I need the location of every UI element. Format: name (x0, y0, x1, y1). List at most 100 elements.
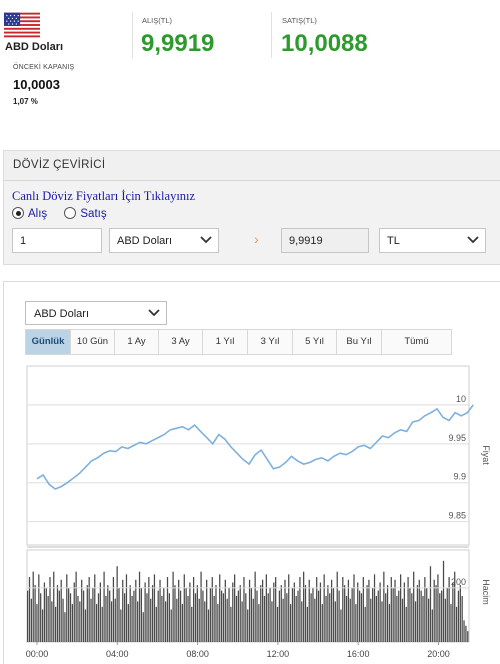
volume-bar (317, 590, 320, 642)
tab-3-months[interactable]: 3 Ay (159, 330, 203, 354)
volume-bar (206, 579, 208, 642)
direction-radio-group: Alış Satış (12, 207, 121, 220)
volume-bar (239, 585, 241, 642)
volume-bar (213, 596, 215, 642)
amount-input[interactable]: 1 (12, 228, 102, 253)
volume-bar (254, 571, 256, 642)
volume-bar (301, 601, 303, 642)
volume-bar (457, 590, 460, 642)
volume-bar (323, 574, 325, 642)
volume-bar (280, 585, 282, 642)
volume-bar (64, 612, 66, 642)
volume-bar (94, 574, 96, 642)
tab-daily[interactable]: Günlük (26, 330, 71, 354)
tab-3-years[interactable]: 3 Yıl (248, 330, 293, 354)
x-tick-label: 00:00 (26, 649, 49, 659)
volume-bar (220, 590, 223, 642)
volume-bar (299, 577, 301, 642)
change-percent: 1,07 % (13, 97, 38, 106)
from-currency-select[interactable]: ABD Doları (109, 228, 219, 253)
volume-bar (82, 590, 85, 642)
price-tick-label: 9.9 (453, 472, 466, 482)
sell-label: SATIŞ(TL) (282, 16, 317, 25)
volume-bar (260, 585, 262, 642)
volume-bar (88, 577, 90, 642)
radio-buy[interactable]: Alış (12, 207, 47, 220)
volume-bar (211, 577, 213, 642)
volume-bar (215, 585, 217, 642)
volume-bar (308, 579, 310, 642)
volume-bar (349, 598, 351, 642)
divider (271, 12, 272, 58)
volume-bar (170, 609, 172, 642)
tab-all[interactable]: Tümü (382, 330, 451, 354)
volume-bar (295, 596, 297, 642)
us-flag-icon (4, 12, 40, 38)
price-tick-label: 10 (456, 394, 466, 404)
volume-bar (420, 590, 422, 642)
radio-buy-label: Alış (28, 208, 48, 220)
volume-bar (465, 625, 467, 642)
previous-close-label: ÖNCEKİ KAPANIŞ (13, 64, 75, 71)
volume-bar (127, 604, 129, 642)
volume-bar (75, 571, 77, 642)
volume-bar (248, 579, 251, 642)
volume-bar (41, 609, 44, 642)
chart-currency-select[interactable]: ABD Doları (25, 301, 167, 325)
volume-bar (228, 587, 230, 642)
volume-bar (90, 598, 92, 642)
volume-bar (99, 582, 101, 642)
volume-bar (441, 590, 443, 642)
volume-bar (418, 579, 420, 642)
volume-bar (304, 585, 307, 642)
volume-bar (105, 596, 107, 642)
volume-bar (222, 593, 225, 642)
volume-bar (282, 598, 284, 642)
volume-bar (73, 582, 75, 642)
volume-bar (288, 574, 290, 642)
volume-bar (101, 606, 103, 642)
volume-bar (358, 590, 361, 642)
volume-bar (427, 598, 430, 642)
volume-bar (275, 577, 277, 642)
sell-value: 10,0088 (281, 30, 368, 57)
volume-bar (200, 571, 202, 642)
volume-bar (416, 585, 419, 642)
volume-bar (258, 604, 260, 642)
volume-bar (120, 609, 122, 642)
volume-bar (269, 587, 271, 642)
volume-bar (353, 574, 355, 642)
volume-bar (53, 571, 55, 642)
volume-bar (125, 574, 128, 642)
tab-5-years[interactable]: 5 Yıl (293, 330, 337, 354)
volume-bar (163, 587, 165, 642)
volume-bar (355, 604, 357, 642)
volume-bar (36, 604, 38, 642)
to-currency-select[interactable]: TL (379, 228, 486, 253)
divider (132, 12, 133, 58)
volume-bar (159, 579, 161, 642)
radio-sell[interactable]: Satış (64, 207, 107, 220)
volume-bar (297, 590, 299, 642)
volume-bar (452, 582, 454, 642)
volume-bar (140, 587, 143, 642)
volume-bar (96, 604, 98, 642)
tab-1-year[interactable]: 1 Yıl (203, 330, 248, 354)
volume-bar (153, 574, 156, 642)
tab-1-month[interactable]: 1 Ay (115, 330, 159, 354)
volume-bar (247, 609, 249, 642)
volume-bar (398, 590, 400, 642)
volume-bar (340, 609, 342, 642)
tab-10-days[interactable]: 10 Gün (71, 330, 115, 354)
x-tick-label: 16:00 (347, 649, 370, 659)
volume-bar (267, 593, 269, 642)
volume-bar (405, 606, 407, 642)
volume-bar (40, 593, 42, 642)
tab-this-year[interactable]: Bu Yıl (337, 330, 382, 354)
currency-name: ABD Doları (5, 41, 64, 53)
volume-bar (385, 593, 387, 642)
live-prices-link[interactable]: Canlı Döviz Fiyatları İçin Tıklayınız (12, 189, 195, 204)
radio-unselected-icon (64, 207, 77, 219)
volume-bar (379, 582, 381, 642)
volume-bar (155, 606, 157, 642)
